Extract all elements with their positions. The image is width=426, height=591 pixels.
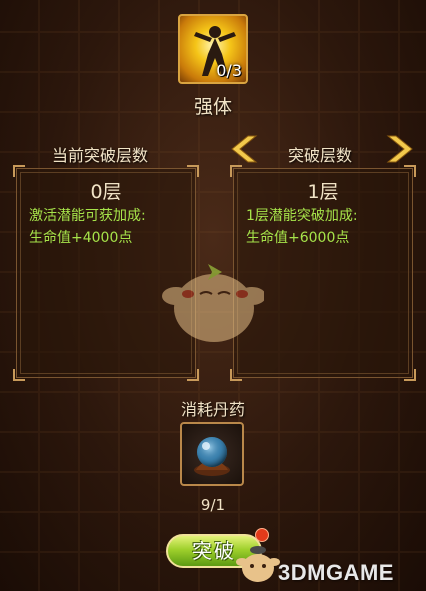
- watermark: 3DMGAME: [236, 540, 416, 586]
- corner-ornament: [404, 369, 416, 381]
- corner-ornament: [404, 165, 416, 177]
- next-layer-header: 突破层数: [288, 146, 353, 165]
- current-layer-title: 0层: [90, 181, 122, 203]
- current-bonus-label: 激活潜能可获加成:: [29, 208, 146, 224]
- corner-ornament: [187, 369, 199, 381]
- corner-ornament: [187, 165, 199, 177]
- pill-orb-icon: [194, 437, 230, 476]
- corner-ornament: [230, 369, 242, 381]
- corner-ornament: [230, 165, 242, 177]
- skill-icon[interactable]: 0/3: [178, 14, 248, 84]
- corner-ornament: [13, 369, 25, 381]
- chevron-right-icon[interactable]: [386, 134, 414, 164]
- chevron-left-icon[interactable]: [230, 134, 258, 164]
- watermark-mascot-icon: [236, 546, 280, 582]
- consume-label: 消耗丹药: [180, 400, 245, 419]
- pill-count: 9/1: [200, 496, 226, 514]
- break-through-label: 突破: [192, 539, 236, 563]
- next-bonus-label: 1层潜能突破加成:: [246, 208, 358, 224]
- mascot-icon: [162, 264, 264, 342]
- watermark-text: 3DMGAME: [278, 560, 394, 585]
- skill-name: 强体: [193, 96, 232, 118]
- current-bonus-value: 生命值+4000点: [29, 230, 133, 246]
- skill-level-count: 0/3: [216, 61, 242, 80]
- corner-ornament: [13, 165, 25, 177]
- next-layer-title: 1层: [307, 181, 339, 203]
- current-layer-header: 当前突破层数: [52, 146, 149, 165]
- next-bonus-value: 生命值+6000点: [246, 230, 350, 246]
- pill-item-slot[interactable]: [180, 422, 244, 486]
